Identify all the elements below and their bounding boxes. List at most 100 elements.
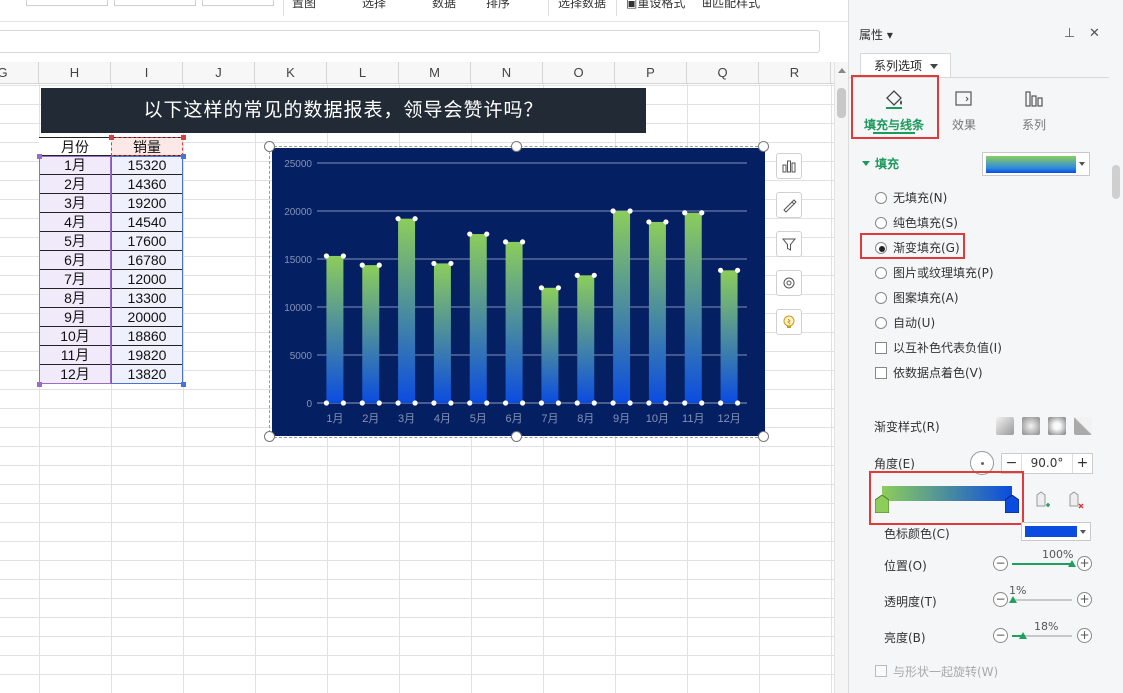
- position-increase-button[interactable]: +: [1077, 556, 1092, 571]
- sales-bar-chart[interactable]: 0 5000 10000 15000 20000 25000 1月 2月 3月 4月 5月 6月 7月…: [272, 148, 765, 436]
- chart-resize-handle[interactable]: [511, 431, 522, 442]
- bar-10[interactable]: [648, 221, 666, 403]
- scroll-thumb[interactable]: [837, 88, 846, 118]
- checkbox-vary-colors[interactable]: 依数据点着色(V): [875, 364, 983, 382]
- ribbon-dropdown-3[interactable]: [202, 0, 274, 6]
- bar-selection-handle[interactable]: [467, 231, 473, 237]
- column-header-n[interactable]: N: [471, 62, 543, 84]
- bar-selection-handle[interactable]: [682, 400, 688, 406]
- bar-selection-handle[interactable]: [682, 210, 688, 216]
- bar-selection-handle[interactable]: [591, 272, 597, 278]
- bar-selection-handle[interactable]: [717, 400, 724, 406]
- chart-tips-button[interactable]: [776, 309, 802, 335]
- panel-title[interactable]: 属性 ▾: [859, 26, 893, 43]
- report-title-banner[interactable]: 以下这样的常见的数据报表，领导会赞许吗？: [41, 88, 646, 133]
- formula-input[interactable]: [0, 30, 820, 53]
- radio-solid-fill[interactable]: 纯色填充(S): [875, 214, 958, 232]
- gradient-radial-button[interactable]: [1022, 417, 1040, 435]
- bar-selection-handle[interactable]: [699, 400, 705, 406]
- range-handle[interactable]: [37, 154, 42, 159]
- bar-selection-handle[interactable]: [574, 400, 580, 406]
- range-handle[interactable]: [181, 382, 186, 387]
- bar-1[interactable]: [326, 255, 344, 403]
- close-icon[interactable]: ✕: [1089, 26, 1100, 41]
- radio-picture-fill[interactable]: 图片或纹理填充(P): [875, 264, 994, 282]
- chart-resize-handle[interactable]: [264, 431, 275, 442]
- gradient-path-button[interactable]: [1074, 417, 1092, 435]
- chart-resize-handle[interactable]: [511, 141, 522, 152]
- range-handle[interactable]: [181, 154, 186, 159]
- brightness-knob[interactable]: [1018, 632, 1027, 639]
- column-header-m[interactable]: M: [399, 62, 471, 84]
- checkbox-rotate-with-shape[interactable]: 与形状一起旋转(W): [875, 663, 998, 680]
- bar-selection-handle[interactable]: [502, 400, 509, 406]
- chart-resize-handle[interactable]: [264, 141, 275, 152]
- bar-selection-handle[interactable]: [734, 400, 741, 406]
- bar-selection-handle[interactable]: [484, 400, 490, 406]
- brightness-decrease-button[interactable]: −: [993, 628, 1008, 643]
- transparency-track[interactable]: [1012, 599, 1072, 601]
- bar-selection-handle[interactable]: [538, 285, 545, 291]
- bar-selection-handle[interactable]: [538, 400, 545, 406]
- radio-pattern-fill[interactable]: 图案填充(A): [875, 289, 959, 307]
- bar-selection-handle[interactable]: [574, 272, 580, 278]
- bar-selection-handle[interactable]: [448, 400, 454, 406]
- gradient-rect-button[interactable]: [1048, 417, 1066, 435]
- range-handle[interactable]: [181, 135, 186, 140]
- pin-icon[interactable]: ⊥: [1064, 26, 1075, 41]
- bar-4[interactable]: [433, 263, 451, 403]
- ribbon-item-2[interactable]: 数据: [432, 0, 456, 14]
- transparency-increase-button[interactable]: +: [1077, 592, 1092, 607]
- panel-scroll-thumb[interactable]: [1112, 165, 1120, 199]
- add-stop-icon[interactable]: [1035, 490, 1051, 512]
- bar-7[interactable]: [541, 287, 559, 403]
- bar-selection-handle[interactable]: [699, 210, 705, 216]
- bar-selection-handle[interactable]: [412, 216, 418, 222]
- column-header-r[interactable]: R: [759, 62, 831, 84]
- bar-selection-handle[interactable]: [340, 253, 347, 259]
- bar-12[interactable]: [720, 270, 738, 403]
- bar-selection-handle[interactable]: [663, 400, 669, 406]
- column-header-i[interactable]: I: [111, 62, 183, 84]
- bar-selection-handle[interactable]: [734, 267, 741, 273]
- bar-11[interactable]: [684, 212, 702, 403]
- bar-selection-handle[interactable]: [555, 285, 562, 291]
- bar-2[interactable]: [362, 265, 380, 403]
- column-header-j[interactable]: J: [183, 62, 255, 84]
- bar-5[interactable]: [469, 234, 487, 403]
- chart-settings-button[interactable]: [776, 270, 802, 296]
- ribbon-dropdown-1[interactable]: [26, 0, 108, 6]
- ribbon-dropdown-2[interactable]: [114, 0, 196, 6]
- bar-selection-handle[interactable]: [663, 219, 669, 225]
- brightness-increase-button[interactable]: +: [1077, 628, 1092, 643]
- bar-selection-handle[interactable]: [519, 239, 526, 245]
- fill-section-header[interactable]: 填充: [862, 155, 899, 172]
- ribbon-item-1[interactable]: 选择: [362, 0, 386, 14]
- bar-selection-handle[interactable]: [359, 262, 365, 268]
- bar-selection-handle[interactable]: [555, 400, 562, 406]
- chart-elements-button[interactable]: [776, 153, 802, 179]
- column-header-p[interactable]: P: [615, 62, 687, 84]
- ribbon-item-3[interactable]: 排序: [486, 0, 510, 14]
- column-header-q[interactable]: Q: [687, 62, 759, 84]
- series-options-dropdown[interactable]: 系列选项: [860, 53, 951, 77]
- column-header-l[interactable]: L: [327, 62, 399, 84]
- bar-selection-handle[interactable]: [359, 400, 365, 406]
- bar-selection-handle[interactable]: [610, 400, 616, 406]
- scroll-up-icon[interactable]: [838, 68, 846, 73]
- bar-selection-handle[interactable]: [376, 262, 382, 268]
- chart-resize-handle[interactable]: [758, 431, 769, 442]
- bar-6[interactable]: [505, 241, 523, 403]
- bar-selection-handle[interactable]: [502, 239, 509, 245]
- stop-color-dropdown[interactable]: [1021, 522, 1091, 541]
- radio-no-fill[interactable]: 无填充(N): [875, 189, 947, 207]
- match-style-button[interactable]: ⊞匹配样式: [702, 0, 760, 14]
- bar-3[interactable]: [398, 218, 416, 403]
- column-header-h[interactable]: H: [39, 62, 111, 84]
- chart-resize-handle[interactable]: [758, 141, 769, 152]
- position-knob[interactable]: [1068, 560, 1076, 567]
- sheet-vertical-scrollbar[interactable]: [834, 62, 848, 693]
- bar-8[interactable]: [577, 275, 595, 403]
- bar-9[interactable]: [613, 211, 631, 403]
- tab-effects[interactable]: 效果: [929, 82, 999, 132]
